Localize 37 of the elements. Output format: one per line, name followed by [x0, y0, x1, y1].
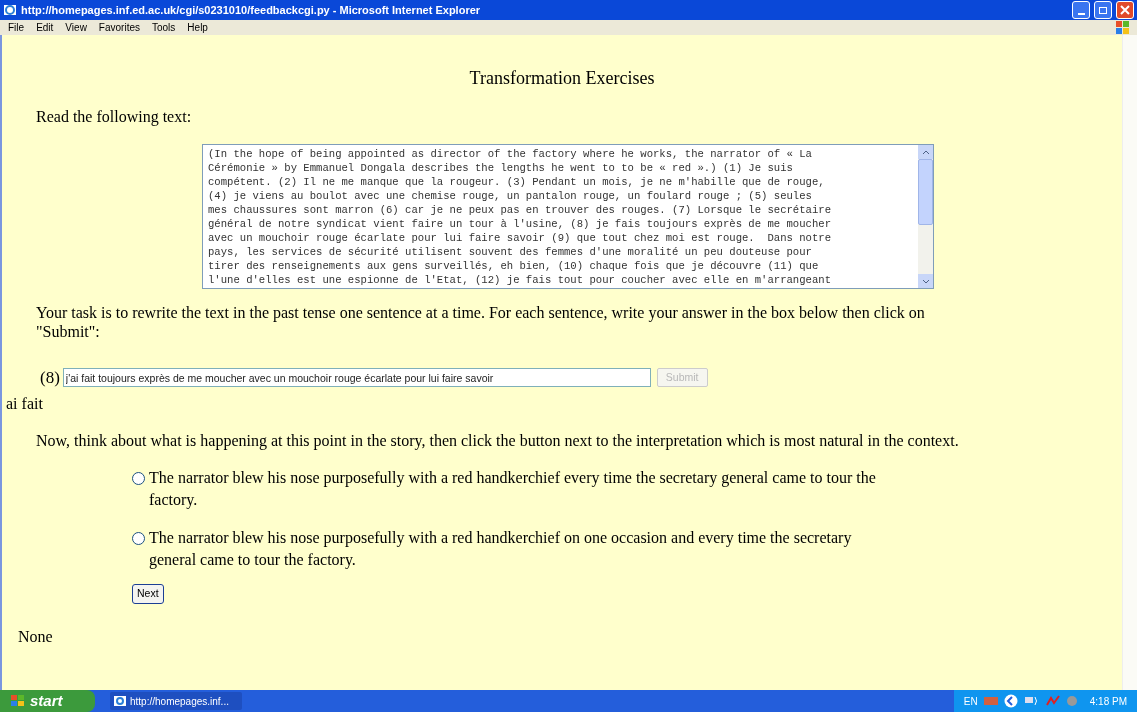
network-icon[interactable] — [1023, 695, 1040, 707]
radio-button[interactable] — [132, 472, 145, 485]
option-label: The narrator blew his nose purposefully with a red handkerchief on one occasion and every time the secretary general came to tour the factory. — [149, 528, 853, 571]
answer-field[interactable]: j'ai fait toujours exprès de me moucher avec un mouchoir rouge écarlate pour lui faire savoir — [62, 368, 651, 388]
menu-item[interactable]: View — [65, 20, 87, 35]
menu-item[interactable]: Favorites — [98, 20, 140, 35]
menu-item[interactable]: File — [8, 20, 25, 35]
scroll-down-icon[interactable] — [921, 278, 930, 284]
passage-text: (In the hope of being appointed as director of the factory where he works, the narrator of « La Cérémonie » by Emmanuel Dongala describes the lengths he went to to be « red ».) (1) Je suis compétent. (2) Il ne me manque que la rougeur. (3) Pendant un mois, je ne m'habille que de rouge, (4) je viens au boulot avec une chemise rouge, un pantalon rouge, un foulard rouge ; (5) seules mes chaussures sont marron (6) car je ne peux pas en trouver des rouges. (7) Lorsque le secrétaire général de notre syndicat vient faire un tour à l'usine, (8) je fais toujours exprès de me moucher avec un mouchoir rouge écarlate pour lui faire savoir (9) que tout chez moi est rouge. Dans notre pays, les services de sécurité utilisent souvent des femmes d'une moralité un peu douteuse pour tirer des renseignements aux gens surveillés, eh bien, (10) chaque fois que je découvre (11) que l'une d'elles est une espionne de l'Etat, (12) je fais tout pour coucher avec elle en m'arrangeant — [207, 147, 832, 288]
restore-button[interactable] — [1094, 1, 1112, 19]
start-button[interactable]: start — [0, 690, 95, 712]
browser-icon — [3, 3, 17, 17]
menu-item[interactable]: Help — [187, 20, 208, 35]
intro-text: Read the following text: — [36, 107, 192, 128]
menu-item[interactable]: Edit — [36, 20, 54, 35]
sentence-number: (8) — [40, 367, 60, 389]
chevron-icon[interactable] — [1003, 694, 1018, 708]
windows-logo-icon — [1115, 20, 1131, 35]
page-heading: Transformation Exercises — [468, 67, 656, 90]
close-icon — [1120, 5, 1130, 15]
taskbar-item[interactable]: http://homepages.inf... — [110, 692, 242, 710]
minimize-button[interactable] — [1072, 1, 1090, 19]
task-text: Your task is to rewrite the text in the past tense one sentence at a time. For each sentence, write your answer in the box below then click on "Submit": — [36, 303, 926, 341]
menu-item[interactable]: Tools — [152, 20, 176, 35]
windows-logo-icon — [10, 694, 26, 708]
browser-icon — [114, 695, 126, 707]
close-button[interactable] — [1116, 1, 1134, 19]
clock: 4:18 PM — [1089, 694, 1127, 709]
radio-button[interactable] — [132, 532, 145, 545]
question-text: Now, think about what is happening at this point in the story, then click the button next to the interpretation which is most natural in the context. — [36, 431, 960, 452]
next-button[interactable]: Next — [132, 584, 164, 604]
scrollbar[interactable] — [918, 145, 933, 288]
option-label: The narrator blew his nose purposefully with a red handkerchief every time the secretary general came to tour the factory. — [149, 468, 877, 511]
window-title: http://homepages.inf.ed.ac.uk/cgi/s0231010/feedbackcgi.py - Microsoft Internet Explorer — [21, 2, 482, 18]
result-text: None — [18, 627, 53, 647]
feedback-text: ai fait — [6, 394, 43, 414]
scroll-up-icon[interactable] — [921, 149, 930, 155]
